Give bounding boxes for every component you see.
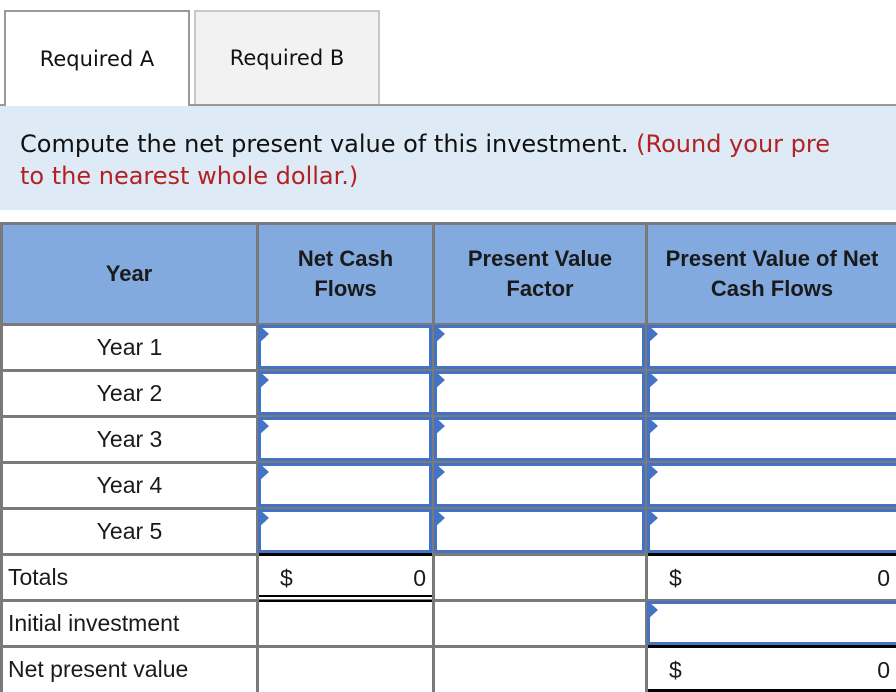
net-cash-flow-year-3[interactable] — [258, 417, 432, 461]
totals-pv-top-rule — [648, 553, 896, 556]
tab-label: Required B — [229, 46, 345, 70]
pv-factor-input[interactable] — [437, 420, 642, 458]
totals-ncf-value: 0 — [413, 565, 426, 591]
totals-ncf-currency: $ — [280, 565, 293, 591]
net-cash-flow-year-1[interactable] — [258, 325, 432, 369]
pv-ncf-input[interactable] — [650, 512, 896, 550]
header-net-cash-flows: Net Cash Flows — [259, 224, 432, 324]
header-pv-ncf-label: Present Value of Net Cash Flows — [665, 246, 879, 301]
input-flag-icon — [648, 325, 658, 343]
header-net-cash-flows-label: Net Cash Flows — [297, 246, 394, 301]
row-label-year-1: Year 1 — [96, 334, 163, 360]
npv-table: Year Net Cash Flows Present Value Factor… — [0, 222, 896, 692]
input-flag-icon — [259, 463, 269, 481]
pv-ncf-year-4[interactable] — [647, 463, 896, 507]
instruction-note: (Round your pre — [636, 130, 830, 158]
initial-investment-input[interactable] — [650, 604, 896, 642]
pv-ncf-input[interactable] — [650, 374, 896, 412]
input-flag-icon — [648, 371, 658, 389]
pv-factor-year-5[interactable] — [434, 509, 645, 553]
input-flag-icon — [435, 325, 445, 343]
instruction-text: Compute the net present value of this in… — [20, 130, 629, 158]
header-pv-factor: Present Value Factor — [435, 224, 645, 324]
net-cash-flow-year-2[interactable] — [258, 371, 432, 415]
input-flag-icon — [648, 463, 658, 481]
header-year: Year — [2, 224, 256, 324]
totals-pv-currency: $ — [669, 565, 682, 591]
pv-factor-input[interactable] — [437, 374, 642, 412]
npv-value: 0 — [877, 657, 890, 683]
net-cash-flow-year-4[interactable] — [258, 463, 432, 507]
input-flag-icon — [648, 509, 658, 527]
pv-factor-year-2[interactable] — [434, 371, 645, 415]
double-rule-2 — [259, 600, 432, 602]
pv-ncf-year-3[interactable] — [647, 417, 896, 461]
pv-ncf-input[interactable] — [650, 466, 896, 504]
pv-factor-year-1[interactable] — [434, 325, 645, 369]
net-cash-flow-input[interactable] — [261, 466, 429, 504]
input-flag-icon — [435, 371, 445, 389]
tab-required-b[interactable]: Required B — [194, 10, 380, 104]
net-cash-flow-input[interactable] — [261, 420, 429, 458]
pv-ncf-year-1[interactable] — [647, 325, 896, 369]
net-cash-flow-year-5[interactable] — [258, 509, 432, 553]
row-label-year-5: Year 5 — [96, 518, 163, 544]
npv-top-rule — [648, 645, 896, 648]
pv-factor-input[interactable] — [437, 512, 642, 550]
net-cash-flow-input[interactable] — [261, 328, 429, 366]
input-flag-icon — [648, 601, 658, 619]
npv-currency: $ — [669, 657, 682, 683]
initial-investment-input-cell[interactable] — [647, 601, 896, 645]
pv-factor-year-4[interactable] — [434, 463, 645, 507]
totals-label: Totals — [8, 564, 69, 590]
header-pv-ncf: Present Value of Net Cash Flows — [648, 224, 896, 324]
pv-ncf-year-2[interactable] — [647, 371, 896, 415]
pv-factor-input[interactable] — [437, 328, 642, 366]
row-label-year-3: Year 3 — [96, 426, 163, 452]
totals-top-rule — [259, 553, 432, 556]
tab-bar: Required A Required B — [0, 0, 896, 106]
net-cash-flow-input[interactable] — [261, 374, 429, 412]
npv-label: Net present value — [8, 656, 189, 682]
input-flag-icon — [259, 417, 269, 435]
initial-investment-label: Initial investment — [8, 610, 180, 636]
pv-ncf-input[interactable] — [650, 420, 896, 458]
pv-factor-input[interactable] — [437, 466, 642, 504]
pv-factor-year-3[interactable] — [434, 417, 645, 461]
totals-pv-value: 0 — [877, 565, 890, 591]
input-flag-icon — [648, 417, 658, 435]
net-cash-flow-input[interactable] — [261, 512, 429, 550]
grid-line — [0, 222, 896, 225]
input-flag-icon — [435, 509, 445, 527]
input-flag-icon — [259, 371, 269, 389]
double-rule-1 — [259, 595, 432, 597]
tab-label: Required A — [39, 47, 155, 71]
pv-ncf-year-5[interactable] — [647, 509, 896, 553]
instruction-line-2: to the nearest whole dollar.) — [20, 162, 359, 190]
input-flag-icon — [435, 417, 445, 435]
instruction-line-1: Compute the net present value of this in… — [20, 128, 896, 160]
input-flag-icon — [435, 463, 445, 481]
input-flag-icon — [259, 325, 269, 343]
input-flag-icon — [259, 509, 269, 527]
pv-ncf-input[interactable] — [650, 328, 896, 366]
tab-required-a[interactable]: Required A — [4, 10, 190, 106]
instruction-panel: Compute the net present value of this in… — [0, 106, 896, 210]
header-pv-factor-label: Present Value Factor — [467, 246, 613, 301]
row-label-year-4: Year 4 — [96, 472, 163, 498]
row-label-year-2: Year 2 — [96, 380, 163, 406]
